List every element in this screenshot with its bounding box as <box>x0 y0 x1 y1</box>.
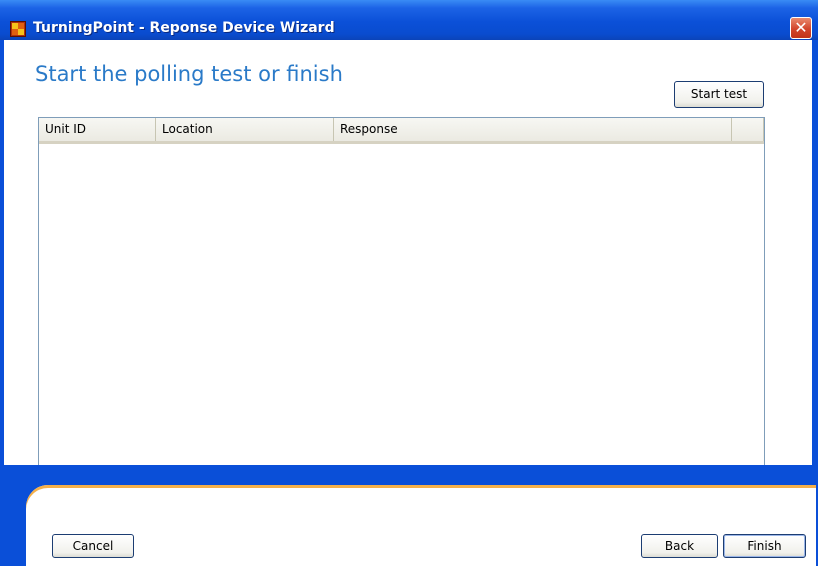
close-icon: ✕ <box>794 18 808 37</box>
column-header-filler <box>732 118 764 141</box>
list-header: Unit ID Location Response <box>39 118 764 144</box>
wizard-window: TurningPoint - Reponse Device Wizard ✕ S… <box>0 0 818 566</box>
back-button[interactable]: Back <box>641 534 718 558</box>
finish-button[interactable]: Finish <box>723 534 806 558</box>
column-header-response[interactable]: Response <box>334 118 732 141</box>
response-list[interactable]: Unit ID Location Response <box>38 117 765 489</box>
start-test-button[interactable]: Start test <box>674 81 764 108</box>
cancel-button[interactable]: Cancel <box>52 534 134 558</box>
turningpoint-app-icon <box>10 21 26 37</box>
column-header-location[interactable]: Location <box>156 118 334 141</box>
window-title: TurningPoint - Reponse Device Wizard <box>33 20 335 36</box>
page-title: Start the polling test or finish <box>35 62 343 86</box>
window-frame-right <box>811 40 818 485</box>
column-header-unit-id[interactable]: Unit ID <box>39 118 156 141</box>
close-button[interactable]: ✕ <box>790 17 812 39</box>
title-bar[interactable]: TurningPoint - Reponse Device Wizard ✕ <box>0 0 818 40</box>
